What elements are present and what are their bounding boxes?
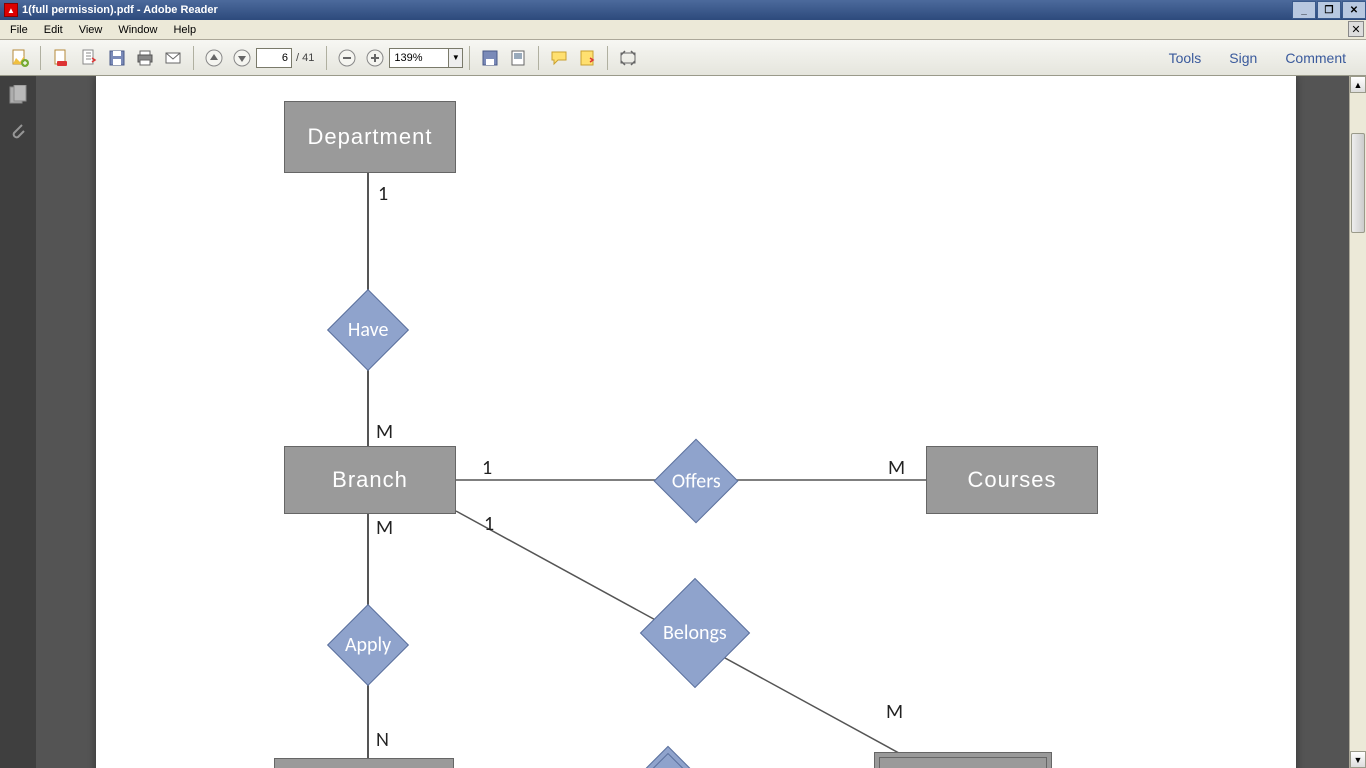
export-pdf-icon[interactable]: [8, 46, 32, 70]
entity-department: Department: [284, 101, 456, 173]
document-viewport[interactable]: Department Branch Courses Applicant Stud…: [36, 76, 1366, 768]
read-mode-icon[interactable]: [616, 46, 640, 70]
card-branch-offers: 1: [482, 456, 492, 480]
save-icon[interactable]: [105, 46, 129, 70]
nav-sidebar: [0, 76, 36, 768]
page-down-icon[interactable]: [230, 46, 254, 70]
zoom-input[interactable]: [389, 48, 449, 68]
highlight-icon[interactable]: [575, 46, 599, 70]
window-controls: _ ❐ ✕: [1291, 1, 1366, 19]
page-up-icon[interactable]: [202, 46, 226, 70]
scroll-thumb[interactable]: [1351, 133, 1365, 233]
entity-applicant: Applicant: [274, 758, 454, 768]
title-bar: ▲ 1(full permission).pdf - Adobe Reader …: [0, 0, 1366, 20]
close-document-button[interactable]: ✕: [1348, 21, 1364, 37]
card-apply-applicant: N: [376, 728, 389, 752]
page-number-input[interactable]: [256, 48, 292, 68]
card-belongs-student: M: [886, 700, 903, 724]
card-branch-apply: M: [376, 516, 393, 540]
entity-branch: Branch: [284, 446, 456, 514]
open-icon[interactable]: [77, 46, 101, 70]
menu-bar: File Edit View Window Help ✕: [0, 20, 1366, 40]
menu-file[interactable]: File: [2, 22, 36, 38]
content-area: Department Branch Courses Applicant Stud…: [0, 76, 1366, 768]
window-title: 1(full permission).pdf - Adobe Reader: [22, 4, 218, 16]
toolbar: / 41 ▼ Tools Sign Comment: [0, 40, 1366, 76]
close-button[interactable]: ✕: [1342, 1, 1366, 19]
page-total-label: / 41: [296, 52, 314, 64]
vertical-scrollbar[interactable]: ▲ ▼: [1349, 76, 1366, 768]
pdf-page: Department Branch Courses Applicant Stud…: [96, 76, 1296, 768]
scroll-down-icon[interactable]: ▼: [1350, 751, 1366, 768]
email-icon[interactable]: [161, 46, 185, 70]
card-offers-courses: M: [888, 456, 905, 480]
card-branch-belongs: 1: [484, 512, 494, 536]
sign-link[interactable]: Sign: [1215, 50, 1271, 66]
entity-student: Student: [874, 752, 1052, 768]
zoom-in-icon[interactable]: [363, 46, 387, 70]
zoom-dropdown-icon[interactable]: ▼: [449, 48, 463, 68]
scroll-track[interactable]: [1350, 93, 1366, 751]
create-pdf-icon[interactable]: [49, 46, 73, 70]
zoom-out-icon[interactable]: [335, 46, 359, 70]
attachments-icon[interactable]: [7, 120, 29, 142]
scroll-up-icon[interactable]: ▲: [1350, 76, 1366, 93]
minimize-button[interactable]: _: [1292, 1, 1316, 19]
thumbnails-icon[interactable]: [7, 84, 29, 106]
card-have-branch: M: [376, 420, 393, 444]
menu-view[interactable]: View: [71, 22, 111, 38]
entity-courses: Courses: [926, 446, 1098, 514]
card-dep-have: 1: [378, 182, 388, 206]
print-icon[interactable]: [133, 46, 157, 70]
save-copy-icon[interactable]: [478, 46, 502, 70]
menu-help[interactable]: Help: [165, 22, 204, 38]
tools-link[interactable]: Tools: [1155, 50, 1216, 66]
restore-button[interactable]: ❐: [1317, 1, 1341, 19]
comment-icon[interactable]: [547, 46, 571, 70]
menu-window[interactable]: Window: [110, 22, 165, 38]
snapshot-icon[interactable]: [506, 46, 530, 70]
menu-edit[interactable]: Edit: [36, 22, 71, 38]
comment-link[interactable]: Comment: [1271, 50, 1360, 66]
pdf-icon: ▲: [4, 3, 18, 17]
